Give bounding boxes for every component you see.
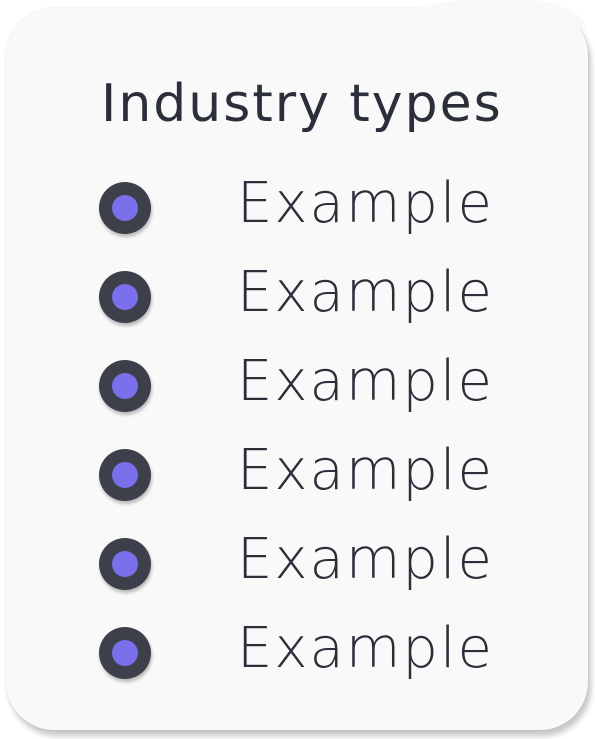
radio-dot-icon[interactable] xyxy=(99,538,151,590)
list-item-label: Example xyxy=(237,438,494,503)
stage: Industry types Example Example Example E… xyxy=(0,0,595,739)
radio-dot-icon[interactable] xyxy=(99,449,151,501)
card-wrapper: Industry types Example Example Example E… xyxy=(6,0,588,730)
list-item-label: Example xyxy=(237,616,494,681)
list-item[interactable]: Example xyxy=(99,260,519,353)
list-item[interactable]: Example xyxy=(99,438,519,531)
industry-list: Example Example Example Example Example xyxy=(99,171,519,709)
industry-types-card: Industry types Example Example Example E… xyxy=(6,0,588,730)
list-item[interactable]: Example xyxy=(99,349,519,442)
card-title: Industry types xyxy=(101,74,503,134)
list-item[interactable]: Example xyxy=(99,616,519,709)
radio-dot-icon[interactable] xyxy=(99,627,151,679)
radio-dot-icon[interactable] xyxy=(99,182,151,234)
list-item-label: Example xyxy=(237,527,494,592)
list-item-label: Example xyxy=(237,171,494,236)
radio-dot-icon[interactable] xyxy=(99,271,151,323)
list-item-label: Example xyxy=(237,349,494,414)
radio-dot-icon[interactable] xyxy=(99,360,151,412)
list-item[interactable]: Example xyxy=(99,527,519,620)
list-item[interactable]: Example xyxy=(99,171,519,264)
list-item-label: Example xyxy=(237,260,494,325)
